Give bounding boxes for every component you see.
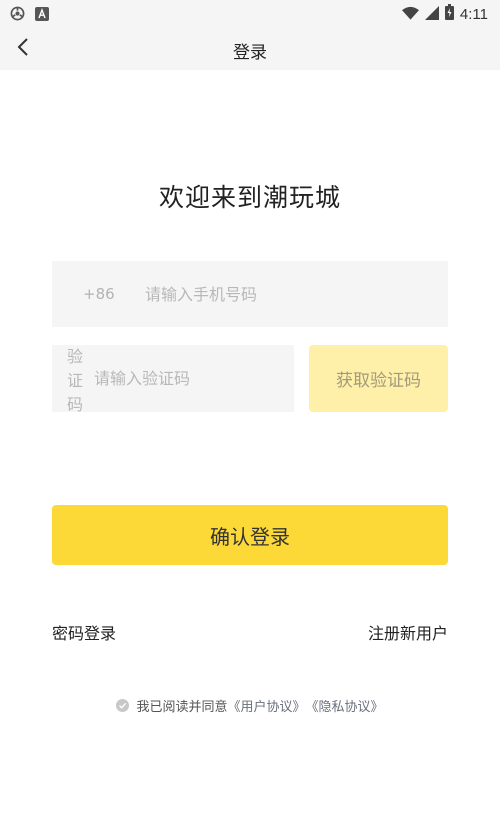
welcome-title: 欢迎来到潮玩城 [158, 183, 341, 212]
a-letter-icon [35, 6, 49, 25]
page-title: 登录 [233, 43, 267, 63]
phone-input[interactable] [145, 284, 448, 304]
status-left-icons [10, 6, 49, 25]
wifi-icon [401, 5, 419, 24]
password-login-link[interactable]: 密码登录 [52, 620, 116, 644]
verify-code-label: 验证码 [67, 346, 84, 414]
agree-checkbox[interactable] [116, 699, 130, 712]
signal-icon [424, 5, 439, 24]
get-code-button[interactable]: 获取验证码 [309, 345, 448, 412]
verify-code-field: 验证码 [52, 345, 294, 414]
nav-bar: 登录 [0, 28, 500, 70]
status-right-icons: 4:11 [401, 4, 488, 24]
status-bar: 4:11 [0, 0, 500, 28]
status-time: 4:11 [459, 5, 488, 23]
country-code[interactable]: +86 [83, 285, 145, 303]
privacy-policy-link[interactable]: 《隐私协议》 [306, 696, 384, 715]
agreement-text: 我已阅读并同意 [136, 700, 228, 715]
verify-code-input[interactable] [94, 369, 294, 388]
check-icon [119, 702, 127, 709]
register-link[interactable]: 注册新用户 [368, 620, 448, 644]
agreement-row: 我已阅读并同意 《用户协议》 《隐私协议》 [0, 696, 500, 715]
confirm-login-button[interactable]: 确认登录 [52, 505, 448, 565]
user-agreement-link[interactable]: 《用户协议》 [227, 696, 305, 715]
battery-icon [444, 4, 454, 24]
phone-field: +86 [52, 261, 448, 327]
sync-icon [10, 6, 25, 25]
